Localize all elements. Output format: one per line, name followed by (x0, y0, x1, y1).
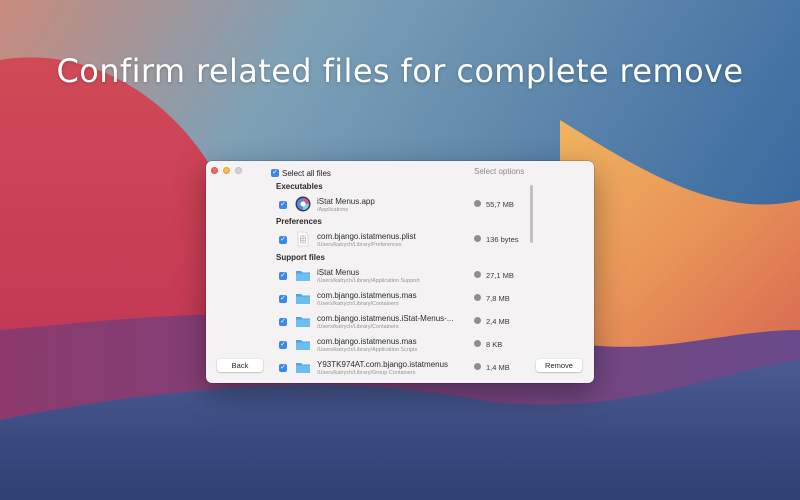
size-icon (474, 271, 481, 278)
file-row[interactable]: ✓ com.bjango.istatmenus.mas /Users/katry… (278, 335, 526, 355)
file-checkbox[interactable]: ✓ (279, 318, 287, 326)
file-size: 27,1 MB (486, 271, 514, 280)
select-all-checkbox[interactable]: ✓ (271, 169, 279, 177)
folder-icon (295, 313, 311, 329)
remove-button[interactable]: Remove (536, 359, 582, 372)
scrollbar-thumb[interactable] (530, 185, 533, 243)
file-name: iStat Menus.app (317, 197, 375, 206)
folder-icon (295, 359, 311, 375)
select-all-label: Select all files (282, 168, 331, 178)
file-name: com.bjango.istatmenus.plist (317, 232, 416, 241)
file-checkbox[interactable]: ✓ (279, 364, 287, 372)
file-checkbox[interactable]: ✓ (279, 295, 287, 303)
folder-icon (295, 267, 311, 283)
file-name: iStat Menus (317, 268, 360, 277)
folder-icon (295, 336, 311, 352)
file-row[interactable]: ✓ com.bjango.istatmenus.plist /Users/kat… (278, 230, 526, 250)
file-path: /Users/katrych/Library/Group Containers (317, 370, 416, 376)
file-checkbox[interactable]: ✓ (279, 236, 287, 244)
select-all-checkbox-row[interactable]: ✓ Select all files (271, 167, 331, 179)
file-name: com.bjango.istatmenus.mas (317, 291, 417, 300)
file-size: 2,4 MB (486, 317, 510, 326)
section-preferences: Preferences (276, 217, 322, 226)
app-icon (295, 196, 311, 212)
folder-icon (295, 290, 311, 306)
file-row[interactable]: ✓ iStat Menus.app /Applications 55,7 MB (278, 195, 526, 215)
file-path: /Users/katrych/Library/Containers (317, 324, 399, 330)
file-name: com.bjango.istatmenus.mas (317, 337, 417, 346)
file-size: 1,4 MB (486, 363, 510, 372)
zoom-window-button[interactable] (235, 167, 242, 174)
plist-file-icon (295, 231, 311, 247)
file-size: 8 KB (486, 340, 503, 349)
close-window-button[interactable] (211, 167, 218, 174)
size-icon (474, 363, 481, 370)
size-icon (474, 200, 481, 207)
size-icon (474, 317, 481, 324)
file-path: /Users/katrych/Library/Application Suppo… (317, 278, 420, 284)
file-row[interactable]: ✓ Y93TK974AT.com.bjango.istatmenus /User… (278, 358, 526, 378)
file-size: 55,7 MB (486, 200, 514, 209)
file-row[interactable]: ✓ com.bjango.istatmenus.iStat-Menus-... … (278, 312, 526, 332)
file-path: /Applications (317, 207, 349, 213)
file-checkbox[interactable]: ✓ (279, 341, 287, 349)
file-name: Y93TK974AT.com.bjango.istatmenus (317, 360, 449, 369)
file-path: /Users/katrych/Library/Application Scrip… (317, 347, 418, 353)
minimize-window-button[interactable] (223, 167, 230, 174)
file-path: /Users/katrych/Library/Containers (317, 301, 399, 307)
uninstaller-window: ✓ Select all files Select options Execut… (206, 161, 594, 383)
file-size: 136 bytes (486, 235, 519, 244)
section-support-files: Support files (276, 253, 325, 262)
section-executables: Executables (276, 182, 323, 191)
headline: Confirm related files for complete remov… (56, 52, 744, 90)
file-path: /Users/katrych/Library/Preferences (317, 242, 402, 248)
size-icon (474, 340, 481, 347)
size-icon (474, 294, 481, 301)
select-options-link[interactable]: Select options (474, 167, 524, 176)
file-size: 7,8 MB (486, 294, 510, 303)
size-icon (474, 235, 481, 242)
file-checkbox[interactable]: ✓ (279, 201, 287, 209)
file-checkbox[interactable]: ✓ (279, 272, 287, 280)
back-button[interactable]: Back (217, 359, 263, 372)
file-name: com.bjango.istatmenus.iStat-Menus-... (317, 314, 454, 323)
file-row[interactable]: ✓ com.bjango.istatmenus.mas /Users/katry… (278, 289, 526, 309)
file-row[interactable]: ✓ iStat Menus /Users/katrych/Library/App… (278, 266, 526, 286)
